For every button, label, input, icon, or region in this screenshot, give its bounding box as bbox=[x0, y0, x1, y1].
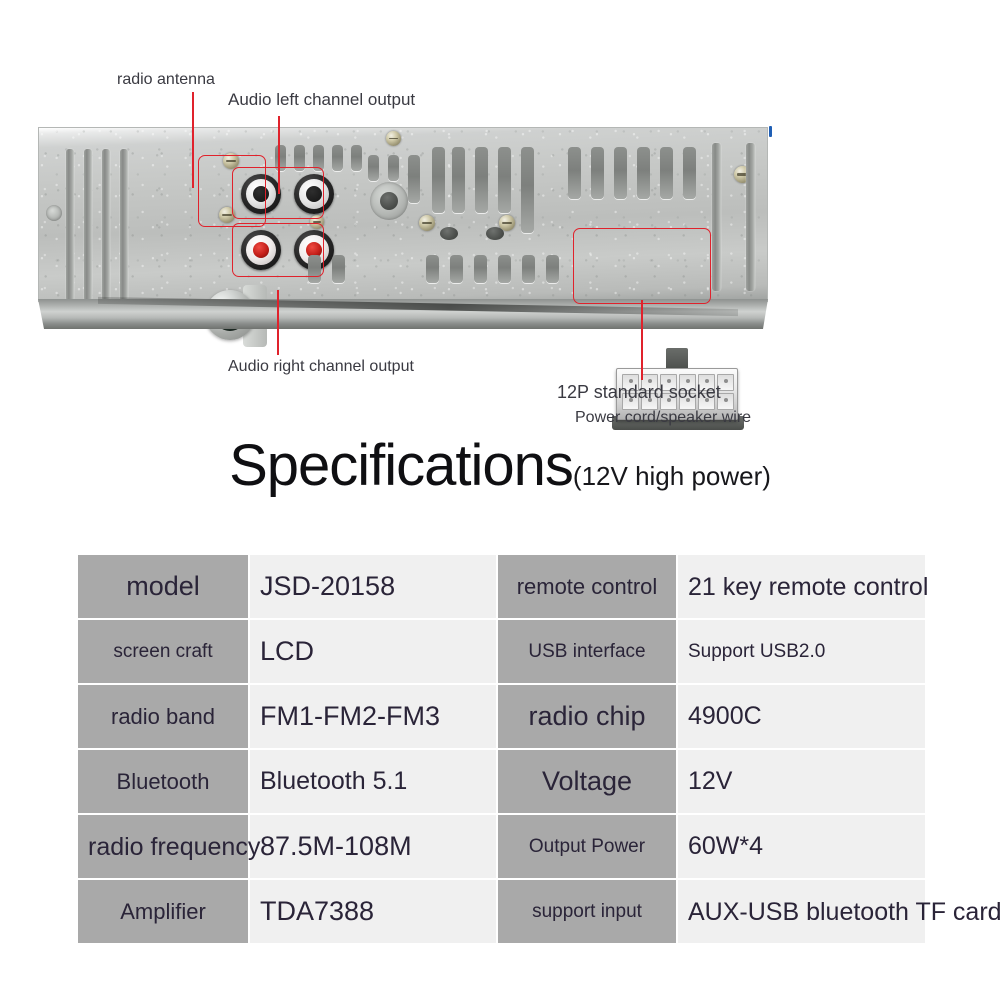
spec-key-screen-craft: screen craft bbox=[78, 620, 248, 683]
spec-value-radio-frequency: 87.5M-108M bbox=[250, 815, 496, 878]
vent-slot bbox=[308, 255, 321, 283]
rca-jack-right-front bbox=[241, 230, 281, 270]
leader-line-audio-left bbox=[278, 116, 280, 194]
annotation-label-socket-12p: 12P standard socket bbox=[557, 382, 721, 402]
leader-line-audio-right bbox=[277, 290, 279, 355]
chassis-hole bbox=[380, 192, 398, 210]
leader-line-radio-antenna bbox=[192, 92, 194, 188]
annotation-label-radio-antenna: radio antenna bbox=[117, 71, 215, 88]
page-title-main: Specifications bbox=[229, 433, 574, 498]
vent-slot bbox=[351, 145, 362, 171]
table-row: radio frequency 87.5M-108M Output Power … bbox=[78, 815, 925, 878]
spec-key-amplifier: Amplifier bbox=[78, 880, 248, 943]
spec-value-amplifier: TDA7388 bbox=[250, 880, 496, 943]
chassis-metal-face bbox=[38, 127, 768, 302]
stray-blue-mark bbox=[769, 126, 772, 137]
vent-slot bbox=[368, 155, 379, 181]
annotation-label-audio-left: Audio left channel output bbox=[228, 90, 416, 109]
vent-slot bbox=[294, 145, 305, 171]
vent-slot bbox=[426, 255, 439, 283]
chassis-screw bbox=[386, 131, 401, 146]
mount-boss bbox=[46, 205, 62, 221]
annotation-label-audio-right: Audio right channel output bbox=[228, 358, 414, 375]
heatsink-fin bbox=[120, 149, 128, 301]
vent-slot bbox=[546, 255, 559, 283]
table-row: screen craft LCD USB interface Support U… bbox=[78, 620, 925, 683]
vent-slot bbox=[313, 145, 324, 171]
vent-slot bbox=[275, 145, 286, 171]
vent-slot bbox=[474, 255, 487, 283]
spec-value-bluetooth: Bluetooth 5.1 bbox=[250, 750, 496, 813]
spec-key-model: model bbox=[78, 555, 248, 618]
spec-value-support-input: AUX-USB bluetooth TF card bbox=[678, 880, 1000, 943]
spec-key-support-input: support input bbox=[498, 880, 676, 943]
vent-slot bbox=[432, 147, 445, 213]
spec-value-usb-interface: Support USB2.0 bbox=[678, 620, 925, 683]
vent-slot bbox=[521, 147, 534, 233]
spec-key-remote-control: remote control bbox=[498, 555, 676, 618]
vent-slot bbox=[332, 145, 343, 171]
heatsink-fin bbox=[84, 149, 92, 301]
vent-slot bbox=[522, 255, 535, 283]
vent-slot bbox=[332, 255, 345, 283]
connector-latch-tab bbox=[666, 348, 688, 370]
spec-key-radio-frequency: radio frequency bbox=[78, 815, 260, 878]
rca-jack-left-rear bbox=[294, 174, 334, 214]
heatsink-fin bbox=[102, 149, 110, 301]
spec-key-usb-interface: USB interface bbox=[498, 620, 676, 683]
table-row: radio band FM1-FM2-FM3 radio chip 4900C bbox=[78, 685, 925, 748]
spec-key-radio-chip: radio chip bbox=[498, 685, 676, 748]
leader-line-socket-12p bbox=[641, 300, 643, 380]
vent-slot bbox=[591, 147, 604, 199]
vent-slot bbox=[452, 147, 465, 213]
spec-key-radio-band: radio band bbox=[78, 685, 248, 748]
chassis-hole bbox=[440, 227, 458, 240]
vent-slot bbox=[450, 255, 463, 283]
page-title-sub: (12V high power) bbox=[572, 461, 771, 491]
annotation-label-socket-12p-sub: Power cord/speaker wire bbox=[575, 409, 752, 426]
table-row: Bluetooth Bluetooth 5.1 Voltage 12V bbox=[78, 750, 925, 813]
spec-value-model: JSD-20158 bbox=[250, 555, 496, 618]
vent-slot bbox=[475, 147, 488, 213]
vent-slot bbox=[408, 155, 420, 203]
spec-value-voltage: 12V bbox=[678, 750, 925, 813]
vent-slot bbox=[614, 147, 627, 199]
spec-value-radio-chip: 4900C bbox=[678, 685, 925, 748]
page-title: Specifications(12V high power) bbox=[0, 432, 1000, 499]
spec-value-remote-control: 21 key remote control bbox=[678, 555, 928, 618]
spec-value-output-power: 60W*4 bbox=[678, 815, 925, 878]
vent-slot bbox=[498, 147, 511, 213]
spec-key-voltage: Voltage bbox=[498, 750, 676, 813]
heatsink-fin bbox=[66, 149, 74, 301]
vent-slot bbox=[637, 147, 650, 199]
vent-slot bbox=[568, 147, 581, 199]
chassis-screw bbox=[310, 215, 324, 229]
chassis-screw bbox=[223, 153, 239, 169]
table-row: Amplifier TDA7388 support input AUX-USB … bbox=[78, 880, 1000, 943]
vent-slot bbox=[660, 147, 673, 199]
specifications-table: model JSD-20158 remote control 21 key re… bbox=[76, 553, 1000, 945]
head-unit-rear-chassis bbox=[38, 127, 768, 430]
spec-key-bluetooth: Bluetooth bbox=[78, 750, 248, 813]
table-row: model JSD-20158 remote control 21 key re… bbox=[78, 555, 928, 618]
chassis-screw bbox=[219, 207, 235, 223]
chassis-hole bbox=[486, 227, 504, 240]
heatsink-fin bbox=[746, 143, 755, 291]
spec-value-screen-craft: LCD bbox=[250, 620, 496, 683]
spec-key-output-power: Output Power bbox=[498, 815, 676, 878]
vent-slot bbox=[498, 255, 511, 283]
spec-value-radio-band: FM1-FM2-FM3 bbox=[250, 685, 496, 748]
chassis-screw bbox=[419, 215, 435, 231]
vent-slot bbox=[683, 147, 696, 199]
heatsink-fin bbox=[712, 143, 721, 291]
product-photo-diagram: radio antenna Audio left channel output … bbox=[0, 0, 1000, 430]
vent-slot bbox=[388, 155, 399, 181]
rca-jack-left-front bbox=[241, 174, 281, 214]
